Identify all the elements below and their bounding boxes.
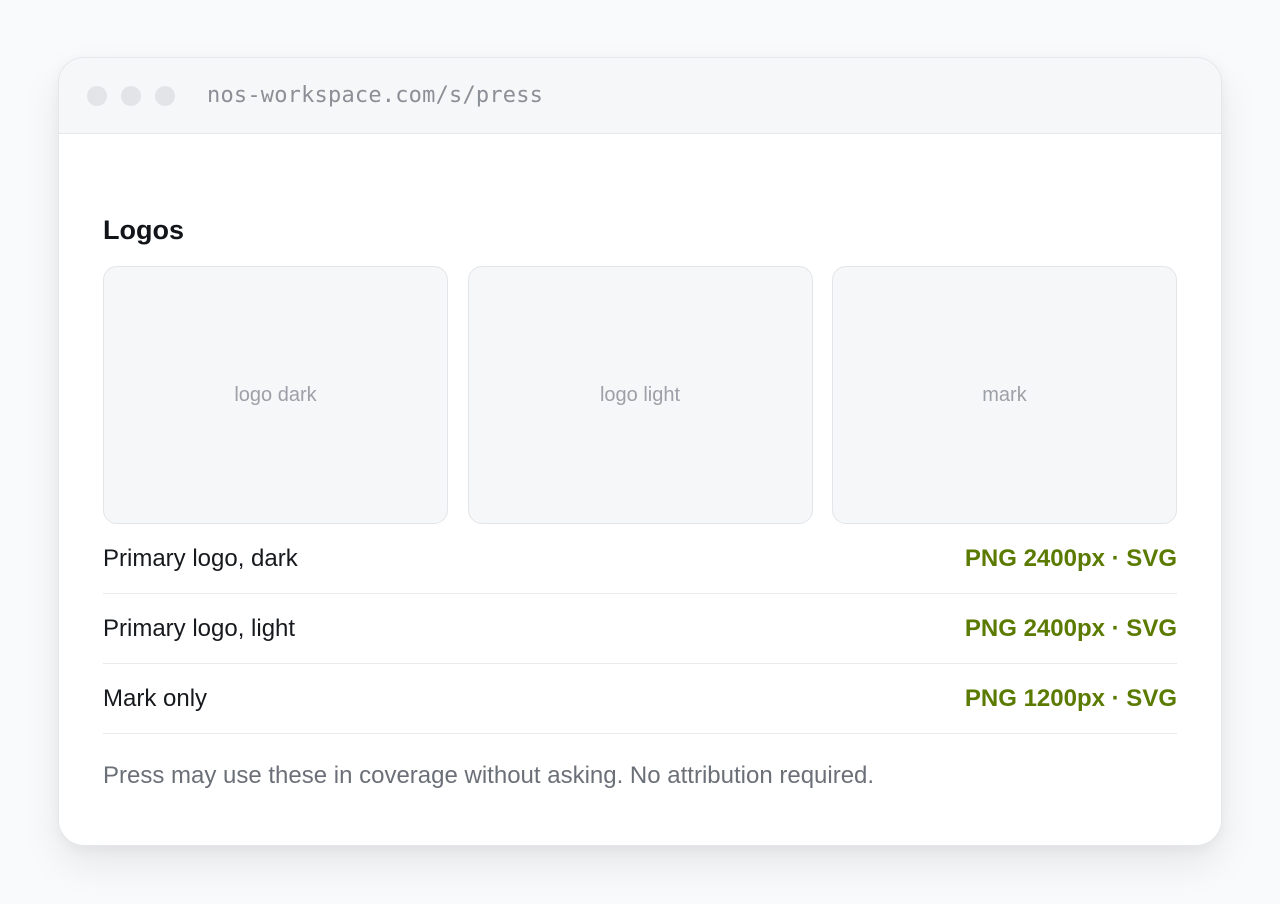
asset-name: Primary logo, dark [103,544,298,572]
section-title: Logos [103,215,184,245]
window-close-dot[interactable] [87,85,107,106]
logo-dark-tile[interactable]: logo dark [103,266,448,524]
asset-row-mark-only: Mark only PNG 1200px · SVG [103,664,1177,734]
logo-light-tile[interactable]: logo light [467,266,813,524]
download-link[interactable]: PNG 1200px · SVG [965,685,1177,713]
asset-row-primary-light: Primary logo, light PNG 2400px · SVG [103,594,1177,664]
tile-label: mark [982,383,1027,406]
browser-window: nos-workspace.com/s/press Logos logo dar… [58,57,1222,846]
window-maximize-dot[interactable] [155,85,175,106]
address-bar-url[interactable]: nos-workspace.com/s/press [207,83,543,108]
browser-titlebar: nos-workspace.com/s/press [59,58,1221,134]
asset-name: Mark only [103,684,208,712]
asset-name: Primary logo, light [103,614,296,642]
download-link[interactable]: PNG 2400px · SVG [965,545,1177,573]
logo-tiles: logo dark logo light mark [103,266,1177,524]
asset-row-primary-dark: Primary logo, dark PNG 2400px · SVG [103,524,1177,594]
asset-list: Primary logo, dark PNG 2400px · SVG Prim… [103,524,1177,734]
window-minimize-dot[interactable] [121,85,141,106]
tile-label: logo light [599,383,681,406]
page-content: Logos logo dark logo light mark Primary … [59,212,1221,790]
download-link[interactable]: PNG 2400px · SVG [965,615,1177,643]
usage-note: Press may use these in coverage without … [103,762,875,789]
tile-label: logo dark [234,383,317,406]
mark-tile[interactable]: mark [832,266,1177,524]
